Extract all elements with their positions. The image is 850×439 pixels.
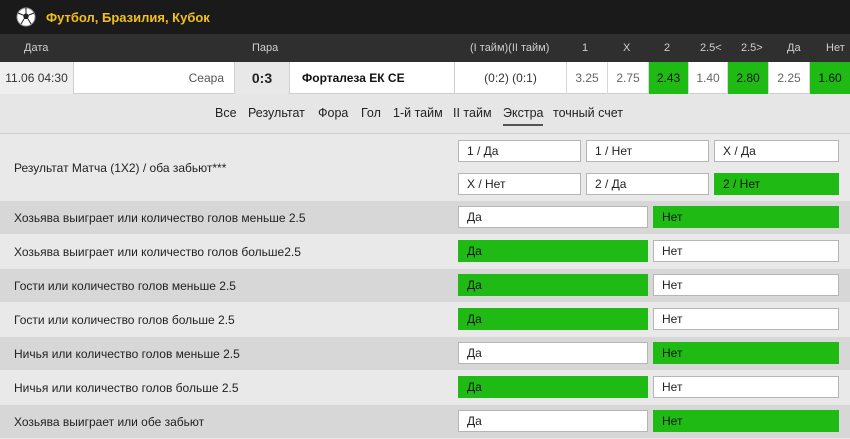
bet-option-no[interactable]: Нет xyxy=(653,308,839,330)
market-row: Хозьява выиграет или обе забьют Да Нет xyxy=(0,405,850,439)
market-row: Гости или количество голов больше 2.5 Да Н… xyxy=(0,303,850,337)
page-title: Футбол, Бразилия, Кубок xyxy=(46,9,210,25)
col-yes: Да xyxy=(787,42,801,54)
tab-5[interactable]: II тайм xyxy=(453,106,492,120)
market-label: Хозьява выиграет или количество голов бо… xyxy=(14,245,301,259)
odd-under[interactable]: 1.40 xyxy=(688,62,727,94)
col-1: 1 xyxy=(582,42,589,54)
bet-option[interactable]: 2 / Нет xyxy=(714,173,839,195)
bet-option-yes[interactable]: Да xyxy=(458,274,648,296)
col-pair: Пара xyxy=(252,42,279,54)
bet-option[interactable]: 1 / Да xyxy=(458,140,581,162)
tab-4[interactable]: 1-й тайм xyxy=(393,106,443,120)
market-row: Ничья или количество голов меньше 2.5 Да Н… xyxy=(0,337,850,371)
tab-6[interactable]: Экстра xyxy=(503,106,544,126)
market-row: Гости или количество голов меньше 2.5 Да Н… xyxy=(0,269,850,303)
bet-option-no[interactable]: Нет xyxy=(653,240,839,262)
match-score: 0:3 xyxy=(234,62,290,94)
col-no: Нет xyxy=(826,42,845,54)
bet-option-yes[interactable]: Да xyxy=(458,342,648,364)
market-label: Гости или количество голов меньше 2.5 xyxy=(14,279,236,293)
market-row: Ничья или количество голов больше 2.5 Да Н… xyxy=(0,371,850,405)
match-date: 11.06 04:30 xyxy=(0,62,74,94)
bet-option-yes[interactable]: Да xyxy=(458,206,648,228)
tab-0[interactable]: Все xyxy=(215,106,237,120)
odd-1[interactable]: 3.25 xyxy=(566,62,607,94)
col-x: X xyxy=(623,42,631,54)
home-team: Сеара xyxy=(188,71,224,85)
match-row[interactable]: 11.06 04:30 Сеара 0:3 Форталеза ЕК СЕ (0… xyxy=(0,62,850,94)
odd-2[interactable]: 2.43 xyxy=(648,62,688,94)
tab-1[interactable]: Результат xyxy=(248,106,305,120)
market-row: Хозьява выиграет или количество голов бо… xyxy=(0,235,850,269)
bet-option-no[interactable]: Нет xyxy=(653,342,839,364)
market-label: Ничья или количество голов меньше 2.5 xyxy=(14,347,240,361)
bet-option[interactable]: 2 / Да xyxy=(586,173,709,195)
away-team: Форталеза ЕК СЕ xyxy=(302,71,405,85)
odd-over[interactable]: 2.80 xyxy=(727,62,768,94)
bet-option[interactable]: 1 / Нет xyxy=(586,140,709,162)
columns-header: Дата Пара (I тайм)(II тайм) 1 X 2 2.5< 2… xyxy=(0,34,850,62)
bet-option-yes[interactable]: Да xyxy=(458,410,648,432)
market-label: Ничья или количество голов больше 2.5 xyxy=(14,381,239,395)
tab-3[interactable]: Гол xyxy=(361,106,381,120)
bet-option-yes[interactable]: Да xyxy=(458,376,648,398)
market-row-result-1x2: Результат Матча (1X2) / оба забьют*** 1 /… xyxy=(0,134,850,201)
half-scores: (0:2) (0:1) xyxy=(454,62,566,94)
odd-x[interactable]: 2.75 xyxy=(607,62,648,94)
bet-option-yes[interactable]: Да xyxy=(458,308,648,330)
market-label: Результат Матча (1X2) / оба забьют*** xyxy=(14,161,227,175)
market-label: Хозьява выиграет или обе забьют xyxy=(14,415,205,429)
top-bar: Футбол, Бразилия, Кубок xyxy=(0,0,850,34)
markets-area: Результат Матча (1X2) / оба забьют*** 1 /… xyxy=(0,134,850,439)
col-2: 2 xyxy=(664,42,671,54)
col-date: Дата xyxy=(24,42,49,54)
bet-option-no[interactable]: Нет xyxy=(653,376,839,398)
soccer-ball-icon xyxy=(16,7,36,27)
market-tabs: Все Результат Фора Гол 1-й тайм II тайм Экстра… xyxy=(0,94,850,134)
bet-option-no[interactable]: Нет xyxy=(653,410,839,432)
market-label: Хозьява выиграет или количество голов ме… xyxy=(14,211,306,225)
bet-option-yes[interactable]: Да xyxy=(458,240,648,262)
col-under: 2.5< xyxy=(700,42,722,54)
tab-7[interactable]: точный счет xyxy=(553,106,623,120)
bet-option-no[interactable]: Нет xyxy=(653,206,839,228)
col-halves: (I тайм)(II тайм) xyxy=(470,42,550,54)
bet-option[interactable]: X / Нет xyxy=(458,173,581,195)
odd-yes[interactable]: 2.25 xyxy=(768,62,809,94)
bet-option[interactable]: X / Да xyxy=(714,140,839,162)
market-label: Гости или количество голов больше 2.5 xyxy=(14,313,235,327)
bet-option-no[interactable]: Нет xyxy=(653,274,839,296)
market-row: Хозьява выиграет или количество голов ме… xyxy=(0,201,850,235)
col-over: 2.5> xyxy=(741,42,763,54)
tab-2[interactable]: Фора xyxy=(318,106,348,120)
odd-no[interactable]: 1.60 xyxy=(809,62,850,94)
